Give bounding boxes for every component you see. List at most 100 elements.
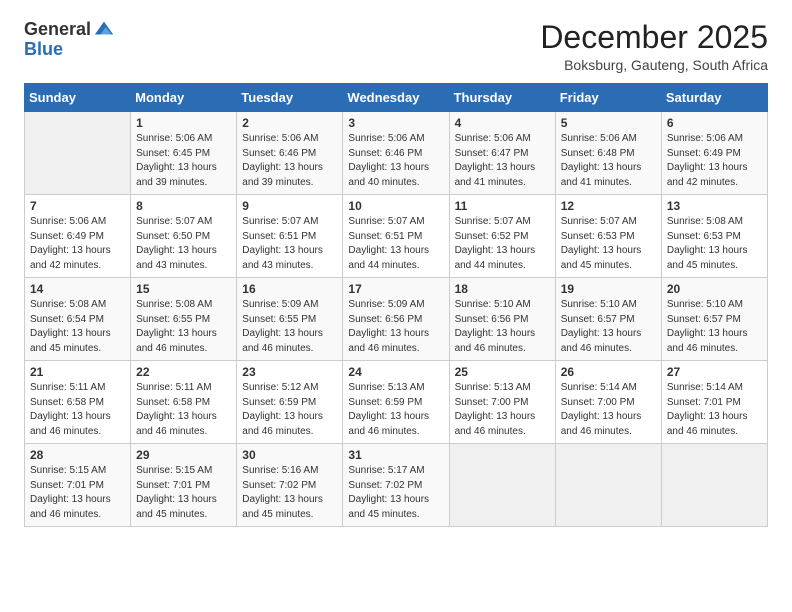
day-number: 4 <box>455 116 550 130</box>
calendar-cell: 13 Sunrise: 5:08 AM Sunset: 6:53 PM Dayli… <box>661 195 767 278</box>
weekday-header-thursday: Thursday <box>449 84 555 112</box>
calendar-cell: 29Sunrise: 5:15 AM Sunset: 7:01 PM Dayli… <box>131 444 237 527</box>
calendar-cell: 12 Sunrise: 5:07 AM Sunset: 6:53 PM Dayli… <box>555 195 661 278</box>
day-info: Sunrise: 5:07 AM Sunset: 6:53 PM Dayligh… <box>561 215 656 273</box>
month-title: December 2025 <box>540 20 768 55</box>
page-header: General Blue December 2025 Boksburg, Gau… <box>24 20 768 73</box>
day-number: 24 <box>348 365 443 379</box>
day-info: Sunrise: 5:07 AM Sunset: 6:51 PM Dayligh… <box>242 215 337 273</box>
calendar-cell: 8Sunrise: 5:07 AM Sunset: 6:50 PM Daylig… <box>131 195 237 278</box>
day-info: Sunrise: 5:06 AM Sunset: 6:49 PM Dayligh… <box>30 215 125 273</box>
calendar-week-row: 1 Sunrise: 5:06 AM Sunset: 6:45 PM Daylig… <box>25 112 768 195</box>
calendar-table: SundayMondayTuesdayWednesdayThursdayFrid… <box>24 83 768 527</box>
logo: General Blue <box>24 20 115 60</box>
day-number: 7 <box>30 199 125 213</box>
calendar-cell: 6Sunrise: 5:06 AM Sunset: 6:49 PM Daylig… <box>661 112 767 195</box>
calendar-week-row: 7 Sunrise: 5:06 AM Sunset: 6:49 PM Daylig… <box>25 195 768 278</box>
location-subtitle: Boksburg, Gauteng, South Africa <box>540 57 768 73</box>
day-info: Sunrise: 5:09 AM Sunset: 6:55 PM Dayligh… <box>242 298 337 356</box>
day-info: Sunrise: 5:06 AM Sunset: 6:45 PM Dayligh… <box>136 132 231 190</box>
calendar-cell: 4 Sunrise: 5:06 AM Sunset: 6:47 PM Daylig… <box>449 112 555 195</box>
day-number: 6 <box>667 116 762 130</box>
day-info: Sunrise: 5:06 AM Sunset: 6:46 PM Dayligh… <box>242 132 337 190</box>
calendar-cell: 14 Sunrise: 5:08 AM Sunset: 6:54 PM Dayli… <box>25 278 131 361</box>
day-info: Sunrise: 5:10 AM Sunset: 6:57 PM Dayligh… <box>667 298 762 356</box>
weekday-header-wednesday: Wednesday <box>343 84 449 112</box>
calendar-week-row: 28 Sunrise: 5:15 AM Sunset: 7:01 PM Dayli… <box>25 444 768 527</box>
calendar-cell: 5Sunrise: 5:06 AM Sunset: 6:48 PM Daylig… <box>555 112 661 195</box>
day-number: 20 <box>667 282 762 296</box>
day-number: 1 <box>136 116 231 130</box>
day-number: 10 <box>348 199 443 213</box>
day-number: 29 <box>136 448 231 462</box>
calendar-week-row: 14 Sunrise: 5:08 AM Sunset: 6:54 PM Dayli… <box>25 278 768 361</box>
day-number: 21 <box>30 365 125 379</box>
day-info: Sunrise: 5:06 AM Sunset: 6:47 PM Dayligh… <box>455 132 550 190</box>
weekday-header-row: SundayMondayTuesdayWednesdayThursdayFrid… <box>25 84 768 112</box>
day-info: Sunrise: 5:13 AM Sunset: 6:59 PM Dayligh… <box>348 381 443 439</box>
calendar-cell: 24 Sunrise: 5:13 AM Sunset: 6:59 PM Dayli… <box>343 361 449 444</box>
day-number: 13 <box>667 199 762 213</box>
day-info: Sunrise: 5:11 AM Sunset: 6:58 PM Dayligh… <box>30 381 125 439</box>
calendar-cell: 23Sunrise: 5:12 AM Sunset: 6:59 PM Dayli… <box>237 361 343 444</box>
day-info: Sunrise: 5:09 AM Sunset: 6:56 PM Dayligh… <box>348 298 443 356</box>
calendar-cell: 30 Sunrise: 5:16 AM Sunset: 7:02 PM Dayli… <box>237 444 343 527</box>
day-number: 9 <box>242 199 337 213</box>
calendar-cell: 3Sunrise: 5:06 AM Sunset: 6:46 PM Daylig… <box>343 112 449 195</box>
weekday-header-monday: Monday <box>131 84 237 112</box>
day-info: Sunrise: 5:10 AM Sunset: 6:56 PM Dayligh… <box>455 298 550 356</box>
day-info: Sunrise: 5:07 AM Sunset: 6:52 PM Dayligh… <box>455 215 550 273</box>
calendar-cell: 9 Sunrise: 5:07 AM Sunset: 6:51 PM Daylig… <box>237 195 343 278</box>
calendar-cell: 19Sunrise: 5:10 AM Sunset: 6:57 PM Dayli… <box>555 278 661 361</box>
day-info: Sunrise: 5:17 AM Sunset: 7:02 PM Dayligh… <box>348 464 443 522</box>
day-info: Sunrise: 5:10 AM Sunset: 6:57 PM Dayligh… <box>561 298 656 356</box>
logo-blue: Blue <box>24 40 63 60</box>
day-info: Sunrise: 5:08 AM Sunset: 6:54 PM Dayligh… <box>30 298 125 356</box>
calendar-cell: 1 Sunrise: 5:06 AM Sunset: 6:45 PM Daylig… <box>131 112 237 195</box>
calendar-cell: 2Sunrise: 5:06 AM Sunset: 6:46 PM Daylig… <box>237 112 343 195</box>
day-info: Sunrise: 5:06 AM Sunset: 6:46 PM Dayligh… <box>348 132 443 190</box>
calendar-cell: 16 Sunrise: 5:09 AM Sunset: 6:55 PM Dayli… <box>237 278 343 361</box>
day-info: Sunrise: 5:11 AM Sunset: 6:58 PM Dayligh… <box>136 381 231 439</box>
calendar-cell <box>449 444 555 527</box>
calendar-cell: 17 Sunrise: 5:09 AM Sunset: 6:56 PM Dayli… <box>343 278 449 361</box>
calendar-cell <box>661 444 767 527</box>
day-number: 22 <box>136 365 231 379</box>
weekday-header-saturday: Saturday <box>661 84 767 112</box>
calendar-cell: 18 Sunrise: 5:10 AM Sunset: 6:56 PM Dayli… <box>449 278 555 361</box>
calendar-cell: 21 Sunrise: 5:11 AM Sunset: 6:58 PM Dayli… <box>25 361 131 444</box>
day-info: Sunrise: 5:15 AM Sunset: 7:01 PM Dayligh… <box>30 464 125 522</box>
calendar-cell: 20 Sunrise: 5:10 AM Sunset: 6:57 PM Dayli… <box>661 278 767 361</box>
day-info: Sunrise: 5:14 AM Sunset: 7:01 PM Dayligh… <box>667 381 762 439</box>
day-number: 31 <box>348 448 443 462</box>
day-number: 26 <box>561 365 656 379</box>
day-info: Sunrise: 5:07 AM Sunset: 6:51 PM Dayligh… <box>348 215 443 273</box>
weekday-header-tuesday: Tuesday <box>237 84 343 112</box>
day-info: Sunrise: 5:16 AM Sunset: 7:02 PM Dayligh… <box>242 464 337 522</box>
calendar-cell: 7 Sunrise: 5:06 AM Sunset: 6:49 PM Daylig… <box>25 195 131 278</box>
title-block: December 2025 Boksburg, Gauteng, South A… <box>540 20 768 73</box>
day-number: 18 <box>455 282 550 296</box>
day-number: 12 <box>561 199 656 213</box>
day-number: 16 <box>242 282 337 296</box>
day-number: 25 <box>455 365 550 379</box>
calendar-cell: 10 Sunrise: 5:07 AM Sunset: 6:51 PM Dayli… <box>343 195 449 278</box>
calendar-cell <box>555 444 661 527</box>
calendar-cell: 22 Sunrise: 5:11 AM Sunset: 6:58 PM Dayli… <box>131 361 237 444</box>
calendar-cell <box>25 112 131 195</box>
calendar-cell: 15Sunrise: 5:08 AM Sunset: 6:55 PM Dayli… <box>131 278 237 361</box>
day-number: 23 <box>242 365 337 379</box>
calendar-cell: 26Sunrise: 5:14 AM Sunset: 7:00 PM Dayli… <box>555 361 661 444</box>
calendar-cell: 25Sunrise: 5:13 AM Sunset: 7:00 PM Dayli… <box>449 361 555 444</box>
day-info: Sunrise: 5:07 AM Sunset: 6:50 PM Dayligh… <box>136 215 231 273</box>
calendar-week-row: 21 Sunrise: 5:11 AM Sunset: 6:58 PM Dayli… <box>25 361 768 444</box>
day-number: 28 <box>30 448 125 462</box>
day-info: Sunrise: 5:08 AM Sunset: 6:53 PM Dayligh… <box>667 215 762 273</box>
day-number: 11 <box>455 199 550 213</box>
day-number: 30 <box>242 448 337 462</box>
weekday-header-sunday: Sunday <box>25 84 131 112</box>
day-number: 17 <box>348 282 443 296</box>
day-number: 14 <box>30 282 125 296</box>
day-number: 27 <box>667 365 762 379</box>
calendar-cell: 11 Sunrise: 5:07 AM Sunset: 6:52 PM Dayli… <box>449 195 555 278</box>
